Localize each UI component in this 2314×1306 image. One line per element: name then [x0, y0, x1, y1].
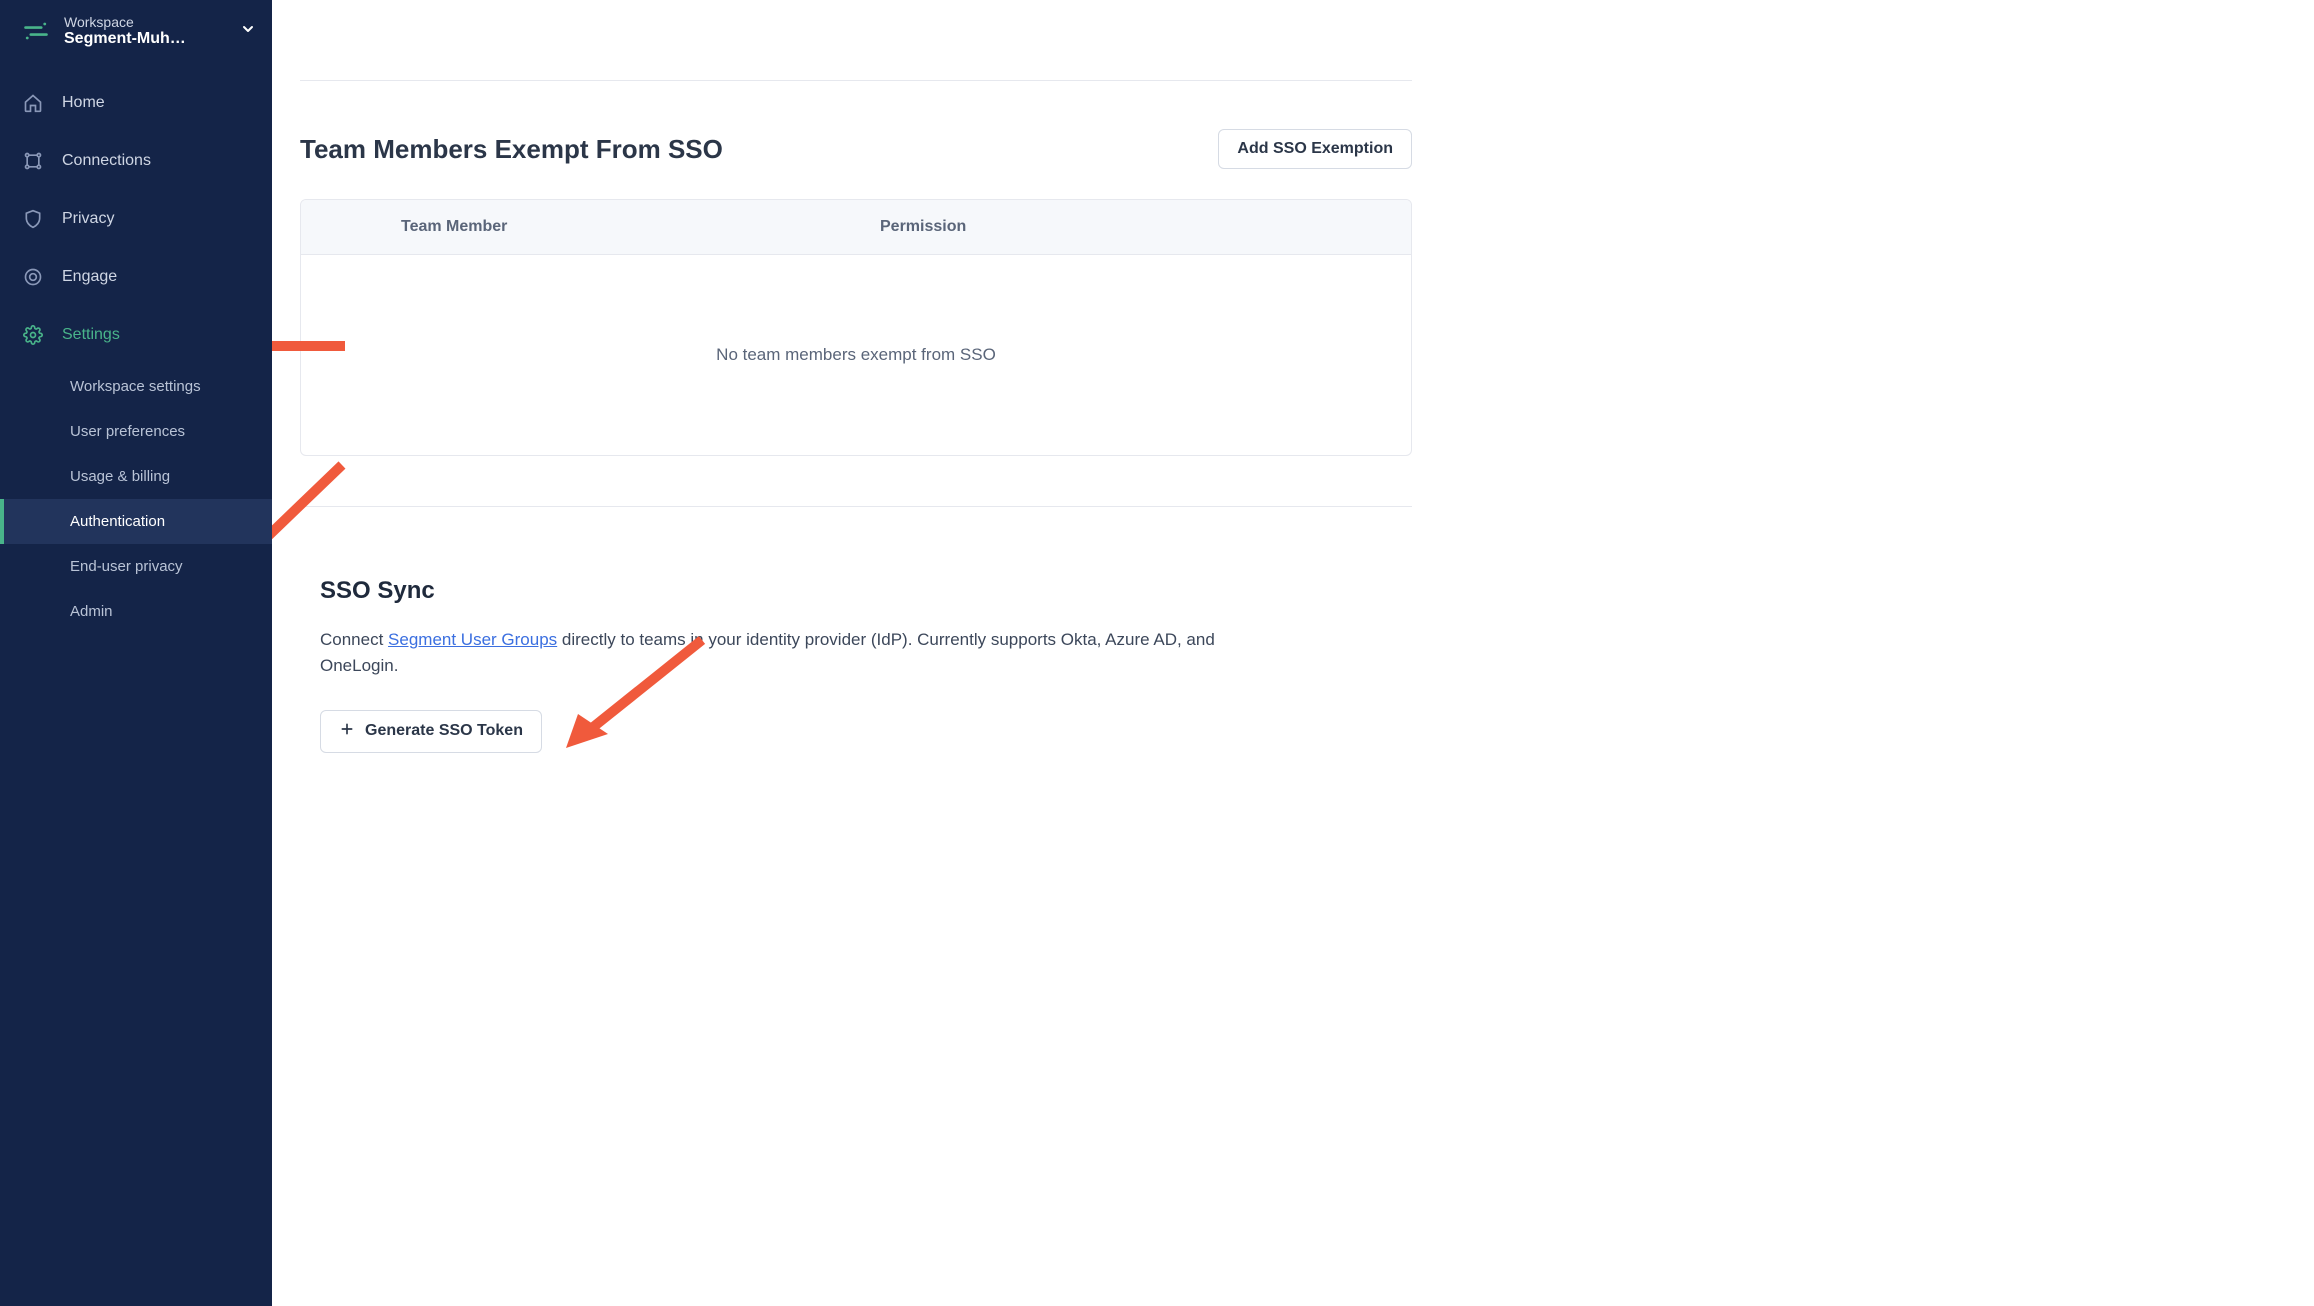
sidebar-item-label: Engage: [62, 268, 117, 286]
annotation-arrow-icon: [272, 455, 352, 585]
sidebar-item-label: Home: [62, 94, 105, 112]
subnav-workspace-settings[interactable]: Workspace settings: [0, 364, 272, 409]
segment-user-groups-link[interactable]: Segment User Groups: [388, 630, 557, 649]
settings-subnav: Workspace settings User preferences Usag…: [0, 364, 272, 634]
workspace-name: Segment-Muh…: [64, 30, 226, 48]
plus-icon: [339, 721, 355, 742]
table-header: Team Member Permission: [301, 200, 1411, 255]
generate-sso-token-button[interactable]: Generate SSO Token: [320, 710, 542, 753]
sidebar-item-label: Connections: [62, 152, 151, 170]
sso-sync-title: SSO Sync: [320, 577, 1412, 605]
sso-sync-description: Connect Segment User Groups directly to …: [320, 627, 1280, 680]
subnav-user-preferences[interactable]: User preferences: [0, 409, 272, 454]
sidebar-item-label: Privacy: [62, 210, 114, 228]
home-icon: [22, 92, 44, 114]
section-divider: [300, 506, 1412, 507]
sidebar: Workspace Segment-Muh… Home Connections …: [0, 0, 272, 1306]
segment-logo-icon: [22, 17, 50, 45]
sidebar-item-label: Settings: [62, 326, 120, 344]
gear-icon: [22, 324, 44, 346]
exempt-title: Team Members Exempt From SSO: [300, 134, 723, 165]
connections-icon: [22, 150, 44, 172]
empty-state: No team members exempt from SSO: [301, 255, 1411, 455]
sso-sync-section: SSO Sync Connect Segment User Groups dir…: [300, 577, 1412, 753]
sidebar-item-home[interactable]: Home: [0, 74, 272, 132]
col-permission: Permission: [856, 200, 1411, 254]
sidebar-item-settings[interactable]: Settings: [0, 306, 272, 364]
engage-icon: [22, 266, 44, 288]
primary-nav: Home Connections Privacy Engage Settings: [0, 74, 272, 364]
button-label: Add SSO Exemption: [1237, 140, 1393, 158]
button-label: Generate SSO Token: [365, 722, 523, 740]
add-sso-exemption-button[interactable]: Add SSO Exemption: [1218, 129, 1412, 169]
sidebar-item-connections[interactable]: Connections: [0, 132, 272, 190]
sidebar-item-privacy[interactable]: Privacy: [0, 190, 272, 248]
subnav-end-user-privacy[interactable]: End-user privacy: [0, 544, 272, 589]
workspace-label: Workspace: [64, 14, 226, 30]
subnav-authentication[interactable]: Authentication: [0, 499, 272, 544]
col-team-member: Team Member: [301, 200, 856, 254]
desc-prefix: Connect: [320, 630, 388, 649]
sidebar-item-engage[interactable]: Engage: [0, 248, 272, 306]
workspace-switcher[interactable]: Workspace Segment-Muh…: [0, 6, 272, 64]
chevron-down-icon: [240, 21, 256, 42]
main-content: Team Members Exempt From SSO Add SSO Exe…: [272, 0, 1452, 1306]
subnav-usage-billing[interactable]: Usage & billing: [0, 454, 272, 499]
top-divider: [300, 80, 1412, 81]
subnav-admin[interactable]: Admin: [0, 589, 272, 634]
shield-icon: [22, 208, 44, 230]
exempt-table: Team Member Permission No team members e…: [300, 199, 1412, 456]
